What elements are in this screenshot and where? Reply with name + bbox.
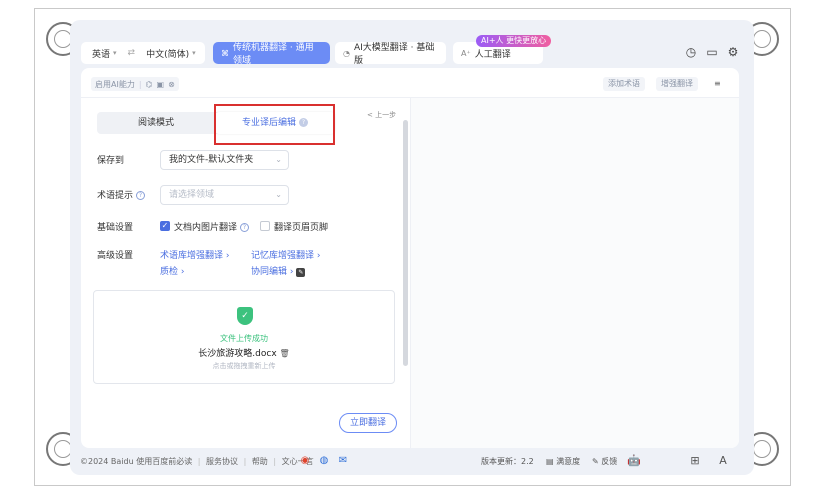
memory-enhance-text: 记忆库增强翻译 — [251, 251, 315, 261]
mail-icon[interactable]: ✉ — [337, 455, 349, 467]
feedback-link[interactable]: ✎ 反馈 — [592, 456, 617, 467]
divider: | — [197, 457, 201, 466]
android-icon[interactable]: 🤖 — [627, 454, 641, 468]
sub-toolbar: 启用AI能力 | ⌬ ▣ ⊗ 添加术语 增强翻译 ≡ — [81, 68, 739, 98]
save-to-label: 保存到 — [97, 156, 125, 166]
header-footer-option: 翻译页眉页脚 — [274, 223, 329, 233]
satisfaction-text: 满意度 — [556, 457, 581, 466]
reupload-hint: 点击或拖拽重新上传 — [212, 362, 276, 370]
image-translate-checkbox[interactable]: ✓ — [160, 221, 170, 231]
tab-ai-model-translate[interactable]: ◔ AI大模型翻译 · 基础版 — [335, 42, 446, 66]
advanced-settings-label: 高级设置 — [97, 251, 134, 261]
tab-label: 人工翻译 — [474, 49, 511, 60]
divider: | — [273, 457, 277, 466]
term-hint-label: 术语提示? — [97, 188, 146, 201]
term-enhance-link[interactable]: 术语库增强翻译 › — [160, 248, 229, 261]
chevron-down-icon: ▾ — [192, 49, 196, 57]
satisfaction-link[interactable]: ▤ 满意度 — [546, 456, 580, 467]
lock-icon: ✎ — [296, 268, 306, 277]
weibo-icon[interactable]: ◉ — [299, 455, 311, 467]
translate-now-button[interactable]: 立即翻译 — [339, 413, 397, 433]
history-icon[interactable]: ◷ — [684, 45, 698, 59]
ai-feature-icon: ▣ — [156, 79, 165, 89]
survey-icon: ▤ — [546, 457, 554, 466]
uploaded-file: 长沙旅游攻略.docx 🗑 — [94, 346, 394, 359]
enable-ai-toggle[interactable]: 启用AI能力 | ⌬ ▣ ⊗ — [91, 77, 179, 91]
main-panel: 启用AI能力 | ⌬ ▣ ⊗ 添加术语 增强翻译 ≡ 阅读模式 专业译后编辑? … — [81, 68, 739, 448]
qa-link[interactable]: 质检 › — [160, 264, 184, 277]
basic-settings-label: 基础设置 — [97, 223, 134, 233]
machine-translate-icon: ⌘ — [221, 48, 229, 58]
image-translate-option: 文档内图片翻译? — [174, 220, 250, 233]
chevron-down-icon: ⌄ — [275, 155, 282, 164]
folder-icon[interactable]: ▭ — [705, 45, 719, 59]
prev-step-button[interactable]: < 上一步 — [367, 110, 396, 120]
tab-label: AI大模型翻译 · 基础版 — [353, 43, 435, 66]
source-language[interactable]: 英语 — [92, 47, 110, 60]
trash-icon[interactable]: 🗑 — [280, 349, 290, 358]
feedback-icon: ✎ — [592, 457, 599, 466]
divider: | — [138, 79, 142, 89]
footer-link[interactable]: 帮助 — [252, 457, 268, 466]
target-language[interactable]: 中文(简体) — [146, 47, 189, 60]
term-domain-placeholder: 请选择领域 — [169, 190, 215, 200]
chevron-down-icon: ▾ — [113, 49, 117, 57]
ai-feature-icon: ⊗ — [168, 79, 175, 89]
save-to-select[interactable]: 我的文件-默认文件夹 ⌄ — [160, 150, 289, 170]
upload-area[interactable]: ✓ 文件上传成功 长沙旅游攻略.docx 🗑 点击或拖拽重新上传 — [93, 290, 395, 384]
highlight-box — [214, 104, 335, 145]
save-to-value: 我的文件-默认文件夹 — [169, 155, 254, 165]
upload-success-icon: ✓ — [237, 307, 253, 325]
feedback-text: 反馈 — [601, 457, 618, 466]
term-hint-text: 术语提示 — [97, 191, 134, 201]
scrollbar[interactable] — [403, 120, 408, 366]
collab-edit-link[interactable]: 协同编辑 › ✎ — [251, 264, 306, 277]
collab-edit-text: 协同编辑 — [251, 267, 288, 277]
app-store-icon[interactable]: A — [716, 454, 730, 468]
help-icon[interactable]: ? — [240, 223, 250, 232]
divider: | — [243, 457, 247, 466]
apple-icon[interactable] — [658, 454, 672, 468]
memory-enhance-link[interactable]: 记忆库增强翻译 › — [251, 248, 320, 261]
footer: ©2024 Baidu 使用百度前必读 | 服务协议 | 帮助 | 文心一言 ◉… — [70, 452, 754, 474]
header-footer-checkbox[interactable] — [260, 221, 270, 231]
tab-reading-mode[interactable]: 阅读模式 — [97, 112, 215, 134]
human-translate-badge: AI+人 更快更放心 — [476, 35, 552, 47]
copyright: ©2024 Baidu — [80, 457, 134, 466]
footer-link[interactable]: 服务协议 — [206, 457, 238, 466]
left-pane: 阅读模式 专业译后编辑? < 上一步 保存到 我的文件-默认文件夹 ⌄ 术语提示… — [81, 98, 410, 448]
upload-status: 文件上传成功 — [220, 334, 268, 343]
image-translate-text: 文档内图片翻译 — [174, 223, 238, 233]
version-update[interactable]: 版本更新：2.2 — [481, 456, 534, 467]
qa-text: 质检 — [160, 267, 179, 277]
help-icon[interactable]: ? — [136, 191, 146, 200]
term-enhance-text: 术语库增强翻译 — [160, 251, 224, 261]
chevron-down-icon: ⌄ — [275, 190, 282, 199]
tab-label: 传统机器翻译 · 通用领域 — [233, 43, 314, 66]
ai-toggle-label: 启用AI能力 — [95, 79, 135, 89]
tab-machine-translate[interactable]: ⌘ 传统机器翻译 · 通用领域 — [213, 42, 330, 66]
ai-model-icon: ◔ — [343, 48, 350, 58]
language-selector: 英语 ▾ ⇄ 中文(简体) ▾ — [81, 42, 205, 64]
uploaded-filename: 长沙旅游攻略.docx — [198, 349, 277, 359]
add-term-button[interactable]: 添加术语 — [603, 77, 645, 91]
ai-feature-icon: ⌬ — [145, 79, 153, 89]
term-domain-select[interactable]: 请选择领域 ⌄ — [160, 185, 289, 205]
right-pane — [411, 98, 739, 448]
enhance-translate-button[interactable]: 增强翻译 — [656, 77, 698, 91]
windows-icon[interactable]: ⊞ — [688, 454, 702, 468]
wechat-icon[interactable]: ◍ — [318, 455, 330, 467]
top-bar: 英语 ▾ ⇄ 中文(简体) ▾ ⌘ 传统机器翻译 · 通用领域 ◔ AI大模型翻… — [70, 20, 754, 66]
swap-languages-icon[interactable]: ⇄ — [128, 48, 136, 58]
human-translate-icon: A⁺ — [461, 48, 471, 58]
footer-links: ©2024 Baidu 使用百度前必读 | 服务协议 | 帮助 | 文心一言 — [80, 456, 314, 467]
footer-link[interactable]: 使用百度前必读 — [136, 457, 192, 466]
layout-toggle-icon[interactable]: ≡ — [709, 77, 726, 91]
translate-app: 英语 ▾ ⇄ 中文(简体) ▾ ⌘ 传统机器翻译 · 通用领域 ◔ AI大模型翻… — [70, 20, 754, 475]
gear-icon[interactable]: ⚙ — [726, 45, 740, 59]
